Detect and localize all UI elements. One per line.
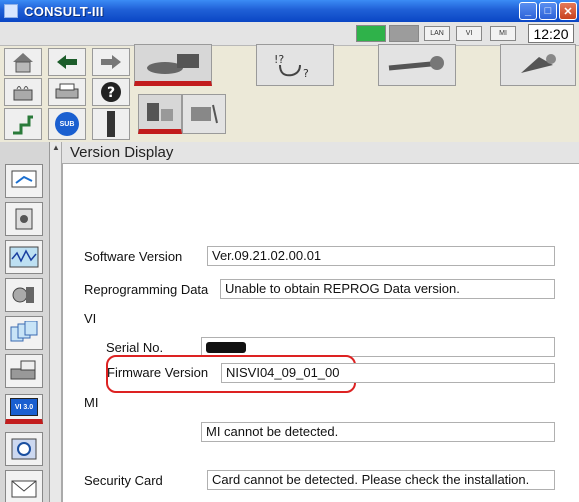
sidebar-item-vi[interactable]: VI 3.0 bbox=[5, 394, 43, 424]
window-controls: _ □ ✕ bbox=[519, 2, 577, 20]
tab-work-support[interactable] bbox=[378, 44, 456, 86]
back-arrow-icon bbox=[57, 55, 77, 69]
page-title: Version Display bbox=[70, 144, 174, 161]
vi-status-icon: VI bbox=[456, 26, 482, 41]
device-icon bbox=[15, 208, 33, 230]
home-button[interactable] bbox=[4, 48, 42, 76]
firmware-version-value: NISVI04_09_01_00 bbox=[221, 363, 555, 383]
battery-icon bbox=[13, 86, 33, 101]
sidebar-item-6[interactable] bbox=[5, 354, 43, 388]
sidebar-item-4[interactable] bbox=[5, 278, 43, 312]
print-setup-icon bbox=[10, 360, 36, 380]
svg-text:?: ? bbox=[303, 67, 309, 79]
minimize-button[interactable]: _ bbox=[519, 2, 537, 20]
serial-no-value bbox=[201, 337, 555, 357]
sidebar-scrollbar[interactable]: ▲ bbox=[50, 142, 62, 502]
version-display-panel: Software Version Ver.09.21.02.00.01 Repr… bbox=[62, 164, 579, 502]
serial-no-label: Serial No. bbox=[106, 340, 164, 355]
title-bar: CONSULT-III _ □ ✕ bbox=[0, 0, 579, 22]
tab-vehicle-connect[interactable] bbox=[134, 44, 212, 86]
software-version-label: Software Version bbox=[84, 249, 183, 264]
sidebar-item-2[interactable] bbox=[5, 202, 43, 236]
mi-status-value: MI cannot be detected. bbox=[201, 422, 555, 442]
screen-icon bbox=[11, 170, 37, 188]
sub-icon: SUB bbox=[55, 112, 79, 136]
diagnosis-stethoscope-icon: !?? bbox=[274, 53, 309, 79]
repair-icon bbox=[521, 54, 556, 73]
sidebar-item-9[interactable] bbox=[5, 470, 43, 502]
svg-text:?: ? bbox=[107, 85, 115, 101]
disc-icon bbox=[11, 438, 37, 460]
wrench-icon bbox=[388, 56, 444, 71]
connection-status-icon bbox=[356, 25, 386, 42]
mi-status-icon: MI bbox=[490, 26, 516, 41]
help-button[interactable]: ? bbox=[92, 78, 130, 106]
lan-status-icon: LAN bbox=[424, 26, 450, 41]
vi-badge-icon: VI 3.0 bbox=[10, 398, 38, 416]
forward-button[interactable] bbox=[92, 48, 130, 76]
tools-icon bbox=[12, 287, 34, 303]
reprogramming-data-value: Unable to obtain REPROG Data version. bbox=[220, 279, 555, 299]
app-icon bbox=[4, 4, 18, 18]
home-icon bbox=[13, 53, 33, 73]
tab-repair[interactable] bbox=[500, 44, 576, 86]
sidebar-item-3[interactable] bbox=[5, 240, 43, 274]
reprogramming-data-label: Reprogramming Data bbox=[84, 282, 209, 297]
waveform-icon bbox=[9, 246, 39, 268]
forward-arrow-icon bbox=[101, 55, 121, 69]
status-bar: LAN VI MI 12:20 bbox=[0, 22, 579, 46]
sub-button[interactable]: SUB bbox=[48, 108, 86, 140]
edit-button[interactable] bbox=[4, 108, 42, 140]
software-version-value: Ver.09.21.02.00.01 bbox=[207, 246, 555, 266]
tab-diagnosis[interactable]: !?? bbox=[256, 44, 334, 86]
security-card-value: Card cannot be detected. Please check th… bbox=[207, 470, 555, 490]
window-title: CONSULT-III bbox=[24, 3, 104, 19]
battery-button[interactable] bbox=[4, 78, 42, 106]
tab-ecu-select[interactable] bbox=[138, 94, 182, 134]
security-card-label: Security Card bbox=[84, 473, 163, 488]
printer-icon bbox=[55, 83, 79, 99]
mi-section-heading: MI bbox=[84, 395, 99, 410]
step-icon bbox=[13, 115, 33, 135]
monitor-icon bbox=[191, 104, 218, 124]
sidebar: VI 3.0 bbox=[0, 142, 50, 502]
mail-icon bbox=[11, 480, 37, 498]
vehicle-connect-icon bbox=[147, 54, 199, 74]
firmware-version-label: Firmware Version bbox=[107, 365, 209, 380]
battery-status-icon bbox=[389, 25, 419, 42]
maximize-button[interactable]: □ bbox=[539, 2, 557, 20]
scroll-up-icon[interactable]: ▲ bbox=[50, 142, 62, 154]
pages-icon bbox=[10, 321, 38, 342]
handle-icon bbox=[107, 111, 115, 137]
back-button[interactable] bbox=[48, 48, 86, 76]
main-header: Version Display bbox=[62, 142, 579, 164]
ecu-icon bbox=[147, 103, 173, 121]
sidebar-item-5[interactable] bbox=[5, 316, 43, 350]
clock: 12:20 bbox=[528, 24, 574, 43]
help-icon: ? bbox=[101, 82, 121, 102]
svg-text:!?: !? bbox=[274, 53, 284, 66]
print-button[interactable] bbox=[48, 78, 86, 106]
sidebar-item-8[interactable] bbox=[5, 432, 43, 466]
vi-section-heading: VI bbox=[84, 311, 97, 326]
close-button[interactable]: ✕ bbox=[559, 2, 577, 20]
sidebar-item-1[interactable] bbox=[5, 164, 43, 198]
tab-sub-mode[interactable] bbox=[182, 94, 226, 134]
redacted-serial bbox=[206, 342, 246, 354]
scroll-handle[interactable] bbox=[92, 108, 130, 140]
